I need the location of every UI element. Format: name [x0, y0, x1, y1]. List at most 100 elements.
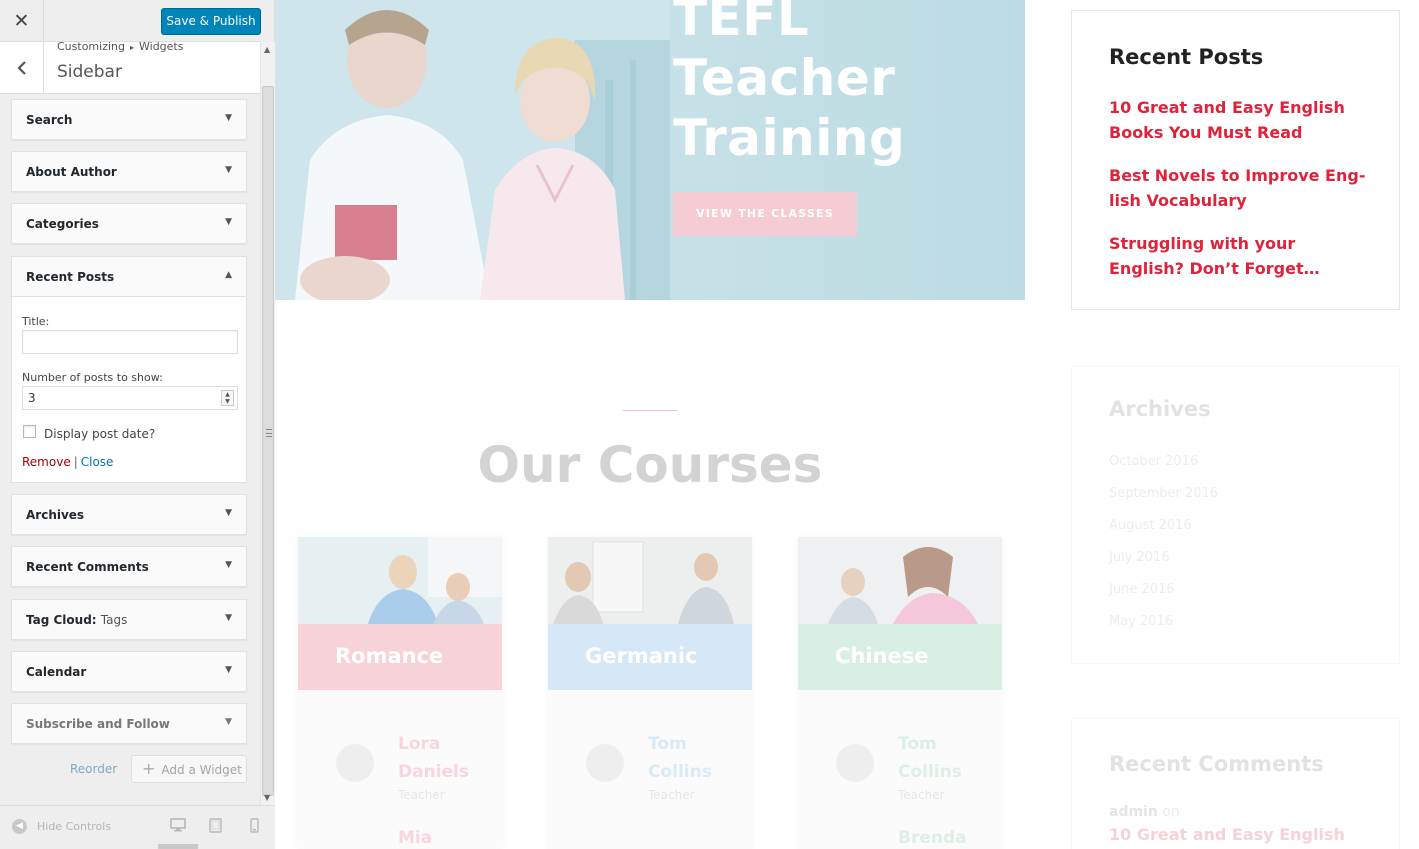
- scroll-down-icon[interactable]: ▼: [264, 793, 270, 802]
- recent-posts-heading: Recent Posts: [1109, 45, 1264, 69]
- archive-link[interactable]: August 2016: [1109, 518, 1192, 533]
- comment-meta: admin on: [1109, 804, 1180, 820]
- desktop-icon[interactable]: [170, 818, 186, 836]
- chevron-down-icon[interactable]: ▼: [225, 717, 232, 727]
- mobile-icon[interactable]: [250, 818, 259, 837]
- chevron-down-icon[interactable]: ▼: [225, 113, 232, 123]
- scroll-thumb[interactable]: [262, 86, 274, 796]
- widget-subscribe-follow[interactable]: Subscribe and Follow ▼: [11, 703, 247, 744]
- teacher-first: Lora: [398, 734, 441, 754]
- chevron-down-icon[interactable]: ▼: [225, 560, 232, 570]
- widget-calendar[interactable]: Calendar ▼: [11, 651, 247, 692]
- course-name: Chinese: [835, 644, 929, 668]
- widget-about-author[interactable]: About Author ▼: [11, 151, 247, 192]
- widget-search[interactable]: Search ▼: [11, 99, 247, 140]
- plus-icon: +: [142, 759, 156, 778]
- close-link[interactable]: Close: [81, 455, 114, 469]
- archive-link[interactable]: May 2016: [1109, 614, 1173, 629]
- posts-count-value: 3: [28, 391, 36, 405]
- course-card-romance[interactable]: Romance Lora Daniels Teacher Mia: [298, 537, 502, 849]
- collapse-icon[interactable]: ◀: [12, 819, 27, 834]
- widget-recent-comments[interactable]: Recent Comments ▼: [11, 546, 247, 587]
- title-input[interactable]: [22, 330, 238, 354]
- next-teacher[interactable]: Mia: [398, 828, 432, 848]
- course-card-chinese[interactable]: Chinese Tom Collins Teacher Brenda: [798, 537, 1002, 849]
- panel-scrollbar[interactable]: ▲ ▼: [260, 42, 275, 805]
- posts-count-label: Number of posts to show:: [22, 371, 163, 384]
- chevron-down-icon[interactable]: ▼: [225, 613, 232, 623]
- stepper-arrows-icon[interactable]: ▲ ▼: [221, 390, 234, 406]
- comment-author[interactable]: admin: [1109, 804, 1158, 820]
- teacher-last: Collins: [898, 762, 962, 782]
- recent-comments-heading: Recent Comments: [1109, 752, 1324, 776]
- recent-post-link[interactable]: Struggling with your English? Don’t Forg…: [1109, 231, 1369, 281]
- posts-count-stepper[interactable]: 3 ▲ ▼: [22, 386, 238, 410]
- teacher-name[interactable]: Lora Daniels: [398, 730, 469, 786]
- comment-post-link[interactable]: 10 Great and Easy English: [1109, 825, 1345, 844]
- widget-tag-cloud[interactable]: Tag Cloud: Tags ▼: [11, 599, 247, 640]
- archive-link[interactable]: September 2016: [1109, 486, 1218, 501]
- course-card-germanic[interactable]: Germanic Tom Collins Teacher: [548, 537, 752, 849]
- add-widget-button[interactable]: + Add a Widget: [131, 755, 247, 783]
- archive-link[interactable]: October 2016: [1109, 454, 1198, 469]
- reorder-link[interactable]: Reorder: [70, 762, 117, 776]
- chevron-down-icon[interactable]: ▼: [225, 165, 232, 175]
- courses-title: Our Courses: [477, 436, 823, 494]
- widget-title: Recent Comments: [26, 560, 149, 574]
- widget-title-sub: Tags: [100, 613, 128, 627]
- widget-title: Categories: [26, 217, 99, 231]
- teacher-last: Collins: [648, 762, 712, 782]
- section-header: Customizing ▸ Widgets Sidebar: [0, 40, 260, 94]
- remove-link[interactable]: Remove: [22, 455, 71, 469]
- widget-title: Calendar: [26, 665, 87, 679]
- title-label: Title:: [22, 315, 50, 328]
- site-preview: TEFL Teacher Training VIEW THE CLASSES O…: [275, 0, 1419, 849]
- archives-widget: Archives October 2016 September 2016 Aug…: [1071, 366, 1400, 664]
- hide-controls-button[interactable]: Hide Controls: [37, 820, 111, 833]
- widget-categories[interactable]: Categories ▼: [11, 203, 247, 244]
- active-device-indicator: [158, 844, 198, 849]
- close-icon[interactable]: ✕: [0, 0, 44, 42]
- scroll-up-icon[interactable]: ▲: [264, 45, 270, 54]
- next-teacher[interactable]: Brenda: [898, 828, 967, 848]
- teacher-role: Teacher: [398, 788, 445, 802]
- tablet-icon[interactable]: [209, 818, 222, 837]
- teacher-name[interactable]: Tom Collins: [648, 730, 712, 786]
- archive-link[interactable]: July 2016: [1109, 550, 1170, 565]
- teacher-last: Daniels: [398, 762, 469, 782]
- recent-posts-form: Title: Number of posts to show: 3 ▲ ▼ Dis…: [11, 297, 247, 483]
- widget-actions: Remove | Close: [22, 455, 113, 469]
- widget-title: Tag Cloud: Tags: [26, 613, 127, 627]
- customizer-panel: ✕ Save & Publish Customizing ▸ Widgets Sid…: [0, 0, 275, 849]
- widget-archives[interactable]: Archives ▼: [11, 494, 247, 535]
- breadcrumb-widgets: Widgets: [139, 40, 184, 53]
- back-arrow-icon[interactable]: [0, 42, 44, 94]
- teacher-name[interactable]: Tom Collins: [898, 730, 962, 786]
- hero-title: TEFL Teacher Training: [673, 0, 905, 168]
- chevron-down-icon[interactable]: ▼: [225, 508, 232, 518]
- add-widget-label: Add a Widget: [161, 763, 242, 777]
- widget-recent-posts[interactable]: Recent Posts ▲: [11, 256, 247, 297]
- teacher-avatar: [586, 744, 624, 782]
- section-title: Sidebar: [57, 62, 122, 82]
- teacher-first: Tom: [898, 734, 937, 754]
- archives-heading: Archives: [1109, 397, 1211, 421]
- chevron-down-icon[interactable]: ▼: [225, 665, 232, 675]
- chevron-down-icon[interactable]: ▼: [225, 217, 232, 227]
- course-photo: [298, 537, 502, 624]
- teacher-first: Tom: [648, 734, 687, 754]
- recent-post-link[interactable]: 10 Great and Easy English Books You Must…: [1109, 95, 1369, 145]
- customizer-footer: ◀ Hide Controls: [0, 805, 275, 849]
- customizer-header: ✕ Save & Publish: [0, 0, 261, 42]
- widget-title-main: Tag Cloud:: [26, 613, 97, 627]
- widget-title: Subscribe and Follow: [26, 717, 170, 731]
- chevron-up-icon[interactable]: ▲: [225, 270, 232, 280]
- archive-link[interactable]: June 2016: [1109, 582, 1175, 597]
- save-publish-button[interactable]: Save & Publish: [161, 8, 261, 35]
- breadcrumb-separator-icon: ▸: [129, 43, 134, 52]
- hero-title-line: TEFL: [673, 0, 810, 47]
- action-separator: |: [73, 455, 78, 469]
- view-classes-button[interactable]: VIEW THE CLASSES: [673, 192, 857, 236]
- display-date-checkbox[interactable]: [23, 425, 36, 438]
- recent-post-link[interactable]: Best Novels to Improve Eng-lish Vocabula…: [1109, 163, 1369, 213]
